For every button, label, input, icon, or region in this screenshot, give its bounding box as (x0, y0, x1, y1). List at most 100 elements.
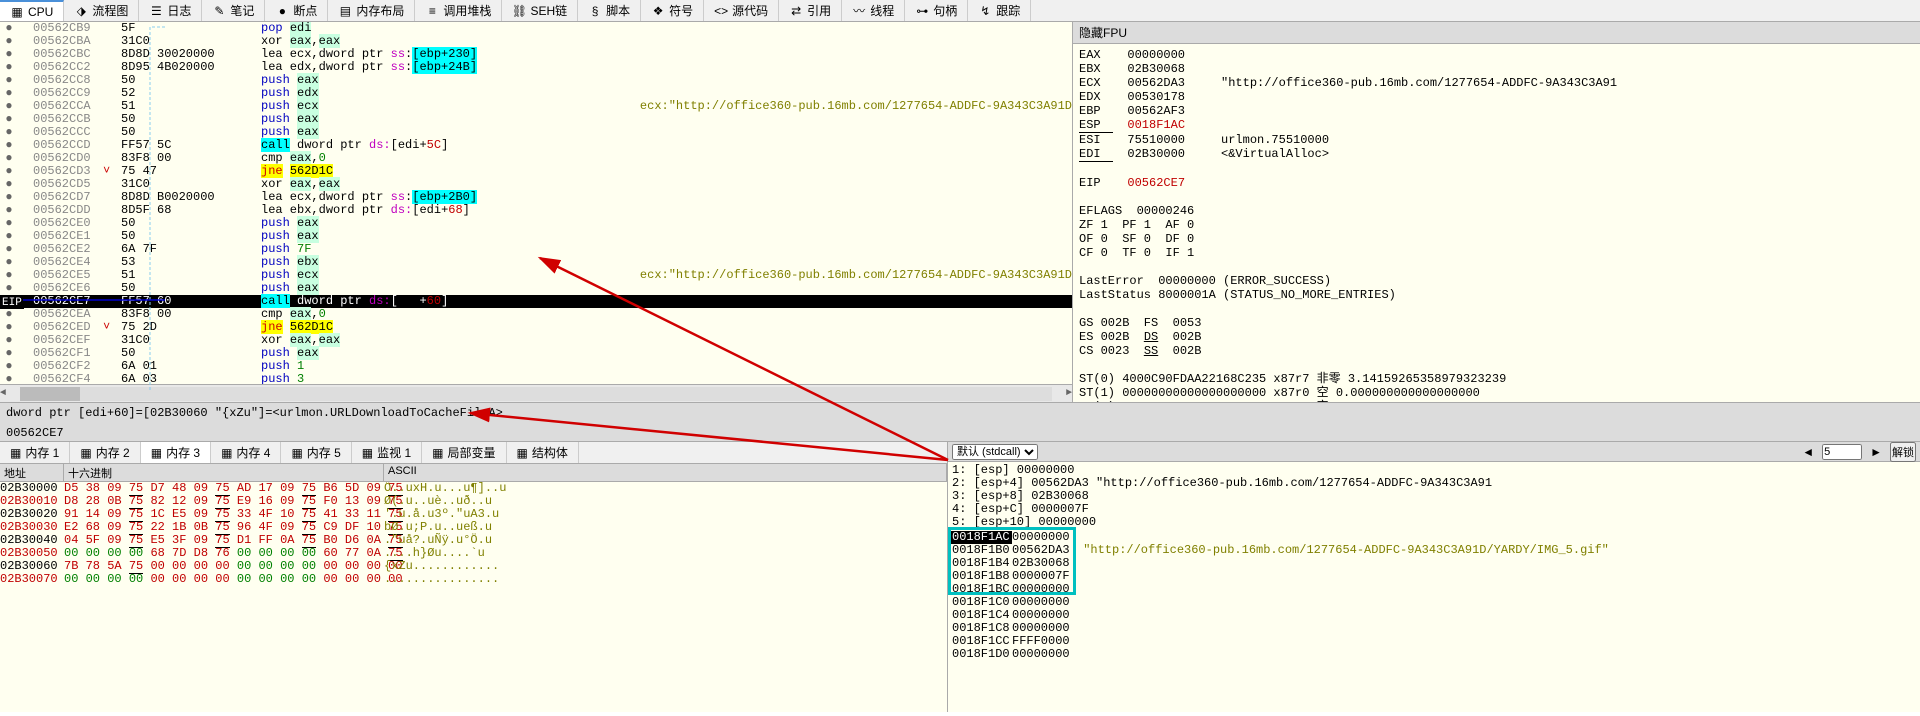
tab-flow[interactable]: ⬗ 流程图 (64, 0, 139, 21)
disasm-row[interactable]: ● 00562CEA 83F8 00cmp eax,0 (0, 308, 1072, 321)
tab-label: SEH链 (530, 2, 567, 19)
ref-icon: ⇄ (789, 4, 803, 18)
dump-tab[interactable]: ▦内存 5 (281, 442, 351, 463)
seh-icon: ⛓ (512, 4, 526, 18)
tab-label: 句柄 (933, 2, 957, 19)
stack-row[interactable]: 0018F1C800000000 (948, 622, 1920, 635)
stack-row[interactable]: 0018F1BC00000000 (948, 583, 1920, 596)
tab-log[interactable]: ☰ 日志 (139, 0, 202, 21)
unlock-button[interactable]: 解锁 (1890, 442, 1916, 462)
arg-count-input[interactable] (1822, 444, 1862, 460)
stack-row[interactable]: 0018F1C400000000 (948, 609, 1920, 622)
tab-cpu[interactable]: ▦ CPU (0, 0, 64, 21)
memory-icon: ▦ (432, 446, 443, 460)
notes-icon: ✎ (212, 4, 226, 18)
tab-label: 笔记 (230, 2, 254, 19)
src-icon: <> (714, 4, 728, 18)
tab-trace[interactable]: ↯ 跟踪 (968, 0, 1031, 21)
info-address: 00562CE7 (6, 426, 1914, 440)
disasm-row[interactable]: ● 00562CC8 50push eax (0, 74, 1072, 87)
disasm-row[interactable]: ● 00562CB9 5Fpop edi (0, 22, 1072, 35)
stack-row[interactable]: 0018F1B000562DA3 "http://office360-pub.1… (948, 544, 1920, 557)
disasm-row[interactable]: ● 00562CD3˅75 47jne 562D1C (0, 165, 1072, 178)
disasm-row[interactable]: ● 00562CE5 51push ecxecx:"http://office3… (0, 269, 1072, 282)
stack-row[interactable]: 0018F1D000000000 (948, 648, 1920, 661)
flow-icon: ⬗ (74, 4, 88, 18)
tab-ref[interactable]: ⇄引用 (779, 0, 842, 21)
disasm-scrollbar[interactable]: ◄► (0, 384, 1072, 402)
stack-list[interactable]: 0018F1AC000000000018F1B000562DA3 "http:/… (948, 531, 1920, 661)
stack-row[interactable]: 0018F1CCFFFF0000 (948, 635, 1920, 648)
chevron-right-icon[interactable]: ► (1870, 445, 1882, 459)
col-hex[interactable]: 十六进制 (64, 464, 384, 481)
disasm-row[interactable]: ● 00562CCA 51push ecxecx:"http://office3… (0, 100, 1072, 113)
disasm-row[interactable]: ● 00562CC2 8D95 4B020000lea edx,dword pt… (0, 61, 1072, 74)
tab-src[interactable]: <>源代码 (704, 0, 779, 21)
stack-row[interactable]: 0018F1B80000007F (948, 570, 1920, 583)
dump-header: 地址 十六进制 ASCII (0, 464, 947, 482)
disasm-row[interactable]: ● 00562CCB 50push eax (0, 113, 1072, 126)
calling-convention-select[interactable]: 默认 (stdcall) (952, 444, 1038, 460)
disasm-row[interactable]: ● 00562CDD 8D5F 68lea ebx,dword ptr ds:[… (0, 204, 1072, 217)
tab-bp[interactable]: ● 断点 (265, 0, 328, 21)
tab-label: CPU (28, 5, 53, 19)
tab-label: 脚本 (606, 2, 630, 19)
tab-notes[interactable]: ✎ 笔记 (202, 0, 265, 21)
memory-icon: ▦ (151, 446, 162, 460)
mem-icon: ▤ (338, 4, 352, 18)
tab-label: 日志 (167, 2, 191, 19)
disasm-row[interactable]: ● 00562CF1 50push eax (0, 347, 1072, 360)
stack-pane[interactable]: 默认 (stdcall) ◄ ► 解锁 1: [esp] 00000000 2:… (948, 442, 1920, 712)
info-expression: dword ptr [edi+60]=[02B30060 "{xZu"]=<ur… (6, 406, 1914, 420)
tab-sym[interactable]: ❖符号 (641, 0, 704, 21)
disasm-row[interactable]: ● 00562CE0 50push eax (0, 217, 1072, 230)
memory-icon: ▦ (221, 446, 232, 460)
log-icon: ☰ (149, 4, 163, 18)
tab-label: 线程 (870, 2, 894, 19)
col-ascii[interactable]: ASCII (384, 464, 947, 481)
disasm-row[interactable]: ● 00562CE1 50push eax (0, 230, 1072, 243)
dump-tab[interactable]: ▦内存 3 (141, 442, 211, 463)
disassembly-pane[interactable]: ● 00562CB9 5Fpop edi● 00562CBA 31C0xor e… (0, 22, 1073, 402)
trace-icon: ↯ (978, 4, 992, 18)
dump-tab[interactable]: ▦局部变量 (422, 442, 506, 463)
tab-handle[interactable]: ⊶句柄 (905, 0, 968, 21)
tab-seh[interactable]: ⛓ SEH链 (502, 0, 578, 21)
registers-header[interactable]: 隐藏FPU (1073, 22, 1920, 44)
tab-label: 跟踪 (996, 2, 1020, 19)
cpu-icon: ▦ (10, 5, 24, 19)
disasm-row[interactable]: ● 00562CEF 31C0xor eax,eax (0, 334, 1072, 347)
bp-icon: ● (275, 4, 289, 18)
eip-indicator: EIP (0, 297, 24, 309)
stack-row[interactable]: 0018F1C000000000 (948, 596, 1920, 609)
dump-tab[interactable]: ▦内存 2 (70, 442, 140, 463)
registers-pane[interactable]: 隐藏FPU EAX 00000000 EBX 02B30068 ECX 0056… (1073, 22, 1920, 402)
stack-icon: ≡ (425, 4, 439, 18)
memory-icon: ▦ (80, 446, 91, 460)
dump-tab[interactable]: ▦监视 1 (352, 442, 422, 463)
tab-stack[interactable]: ≡ 调用堆栈 (415, 0, 502, 21)
memory-icon: ▦ (291, 446, 302, 460)
dump-body[interactable]: 02B30000D5 38 09 75 D7 48 09 75 AD 17 09… (0, 482, 947, 712)
sym-icon: ❖ (651, 4, 665, 18)
tab-label: 调用堆栈 (443, 2, 491, 19)
chevron-left-icon[interactable]: ◄ (1802, 445, 1814, 459)
tab-thread[interactable]: 〰线程 (842, 0, 905, 21)
disasm-row[interactable]: ● 00562CED˅75 2Djne 562D1C (0, 321, 1072, 334)
dump-row[interactable]: 02B3007000 00 00 00 00 00 00 00 00 00 00… (0, 573, 947, 586)
col-address[interactable]: 地址 (0, 464, 64, 481)
tab-label: 流程图 (92, 2, 128, 19)
dump-tab[interactable]: ▦结构体 (507, 442, 579, 463)
tab-label: 断点 (293, 2, 317, 19)
registers-body: EAX 00000000 EBX 02B30068 ECX 00562DA3 "… (1073, 44, 1920, 402)
stack-row[interactable]: 0018F1B402B30068 (948, 557, 1920, 570)
dump-tab[interactable]: ▦内存 1 (0, 442, 70, 463)
disasm-row[interactable]: ● 00562CD0 83F8 00cmp eax,0 (0, 152, 1072, 165)
tab-script[interactable]: § 脚本 (578, 0, 641, 21)
dump-pane[interactable]: ▦内存 1▦内存 2▦内存 3▦内存 4▦内存 5▦监视 1▦局部变量▦结构体 … (0, 442, 948, 712)
script-icon: § (588, 4, 602, 18)
tab-mem[interactable]: ▤内存布局 (328, 0, 415, 21)
disasm-row[interactable]: ● 00562CF2 6A 01push 1 (0, 360, 1072, 373)
disasm-row[interactable]: ● 00562CE2 6A 7Fpush 7F (0, 243, 1072, 256)
dump-tab[interactable]: ▦内存 4 (211, 442, 281, 463)
